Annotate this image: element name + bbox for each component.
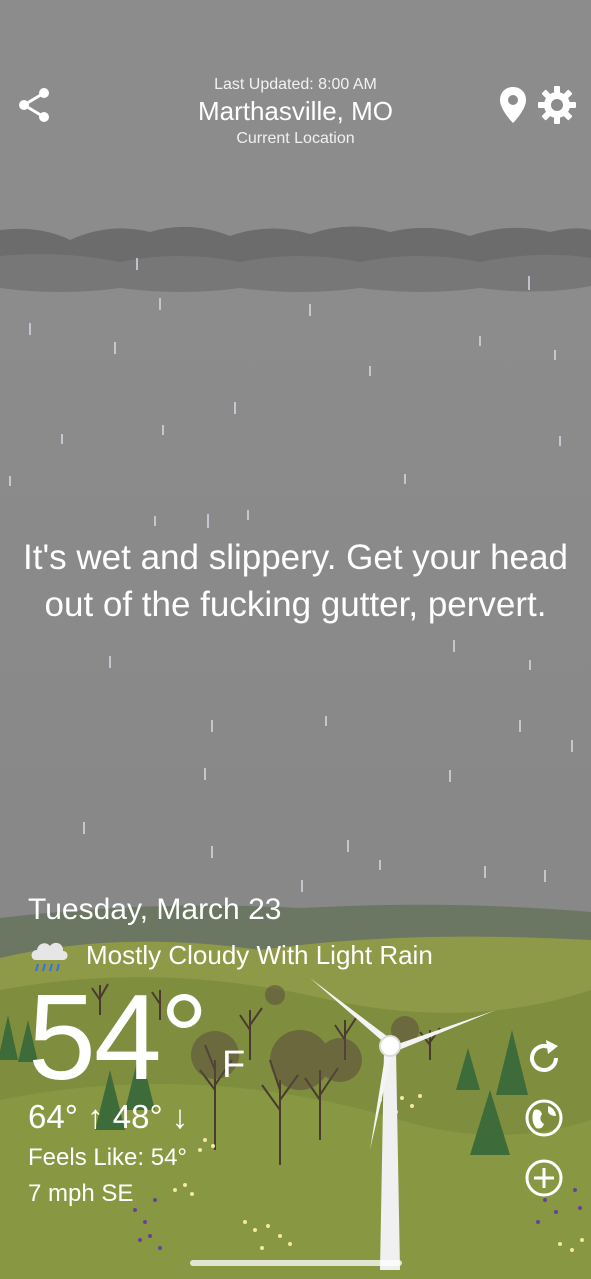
- radar-globe-icon: [525, 1099, 563, 1137]
- add-location-icon: [525, 1159, 563, 1197]
- temperature-unit[interactable]: F: [222, 1044, 245, 1087]
- home-indicator[interactable]: [190, 1260, 402, 1266]
- radar-button[interactable]: [520, 1094, 568, 1142]
- feels-like-text: Feels Like: 54°: [28, 1144, 188, 1171]
- high-low-temperature: 64° ↑ 48° ↓: [28, 1098, 189, 1135]
- location-button[interactable]: [491, 83, 535, 127]
- refresh-button[interactable]: [520, 1034, 568, 1082]
- wind-text: 7 mph SE: [28, 1180, 134, 1207]
- current-temperature: 54°: [28, 969, 208, 1105]
- refresh-icon: [530, 1040, 558, 1072]
- add-location-button[interactable]: [520, 1154, 568, 1202]
- weather-message: It's wet and slippery. Get your head out…: [23, 538, 568, 624]
- location-subtitle: Current Location: [236, 130, 355, 147]
- date-label: Tuesday, March 23: [28, 893, 282, 926]
- location-pin-icon: [500, 87, 526, 123]
- condition-text: Mostly Cloudy With Light Rain: [86, 939, 433, 970]
- settings-button[interactable]: [535, 83, 579, 127]
- gear-icon: [538, 86, 576, 124]
